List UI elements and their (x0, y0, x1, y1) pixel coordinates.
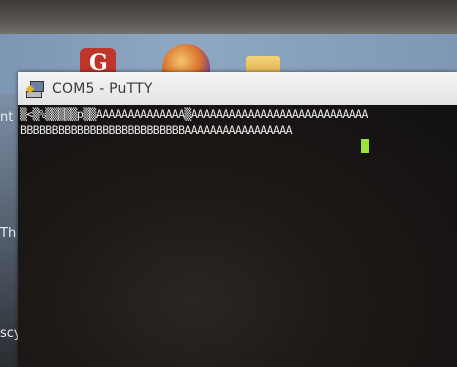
putty-window[interactable]: COM5 - PuTTY ▒<▒%▒▒▒▒▒p▒▒AAAAAAAAAAAAAA▒… (18, 72, 457, 367)
left-edge-text-1: nt (0, 110, 14, 125)
title-bar[interactable]: COM5 - PuTTY (18, 72, 457, 105)
terminal-line-2: BBBBBBBBBBBBBBBBBBBBBBBBBBAAAAAAAAAAAAAA… (20, 123, 293, 137)
window-title: COM5 - PuTTY (52, 80, 153, 97)
terminal-area[interactable]: ▒<▒%▒▒▒▒▒p▒▒AAAAAAAAAAAAAA▒AAAAAAAAAAAAA… (18, 105, 457, 367)
terminal-line-1: ▒<▒%▒▒▒▒▒p▒▒AAAAAAAAAAAAAA▒AAAAAAAAAAAAA… (20, 107, 368, 121)
left-edge-text-2: Th (0, 226, 17, 241)
terminal-cursor (361, 139, 369, 153)
putty-icon[interactable] (25, 80, 44, 98)
